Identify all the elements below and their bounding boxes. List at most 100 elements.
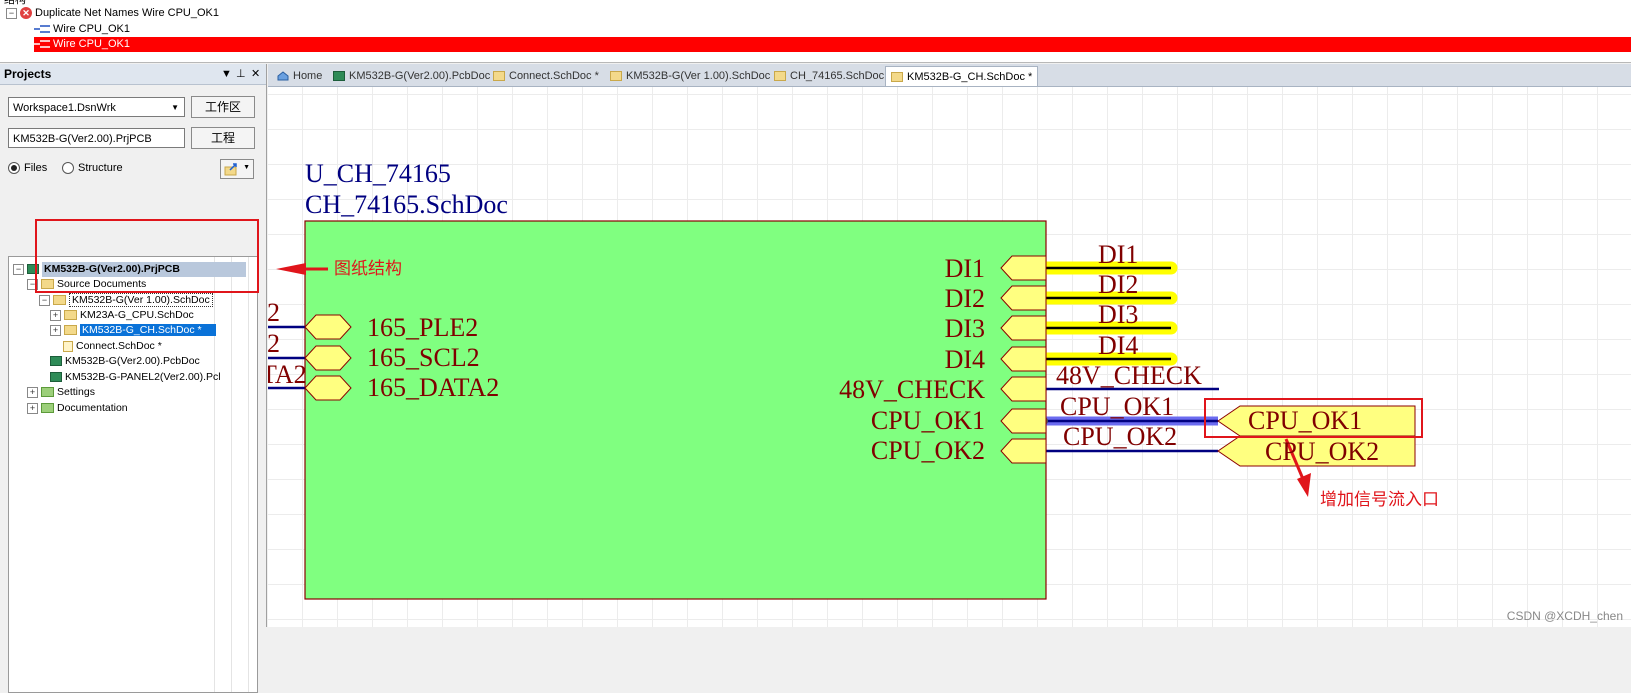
sheet-entry-label[interactable]: 48V_CHECK — [839, 377, 985, 403]
message-wire-row[interactable]: Wire CPU_OK1 — [34, 22, 130, 37]
sheet-entry-label[interactable]: 165_PLE2 — [367, 315, 478, 341]
document-icon — [63, 340, 73, 352]
tree-item-label: KM532B-G_CH.SchDoc * — [80, 324, 216, 336]
project-options-icon — [224, 163, 237, 176]
project-options-button[interactable]: ▼ — [220, 159, 254, 179]
net-label[interactable]: CPU_OK1 — [1060, 394, 1174, 420]
folder-icon — [41, 387, 54, 398]
annotation-arrow-icon — [1297, 473, 1311, 497]
files-label: Files — [24, 162, 48, 174]
project-tree: − KM532B-G(Ver2.00).PrjPCB − Source Docume… — [8, 256, 258, 693]
chevron-down-icon: ▼ — [171, 103, 179, 112]
sch-icon — [891, 72, 903, 83]
message-text: Duplicate Net Names Wire CPU_OK1 — [35, 7, 220, 19]
tree-item-label: KM532B-G-PANEL2(Ver2.00).Pcl — [65, 371, 221, 383]
sheet-entry-label[interactable]: DI1 — [945, 256, 985, 282]
pcb-icon — [333, 71, 345, 82]
tree-item-label: Documentation — [57, 402, 128, 414]
sheet-entry-label[interactable]: 165_SCL2 — [367, 345, 480, 371]
structure-label: Structure — [78, 162, 123, 174]
tree-item-pcbdoc[interactable]: KM532B-G(Ver2.00).PcbDoc — [50, 354, 200, 369]
port-label[interactable]: CPU_OK2 — [1265, 439, 1379, 465]
net-label[interactable]: DI4 — [1098, 333, 1138, 359]
tab-pcbdoc[interactable]: KM532B-G(Ver2.00).PcbDoc — [328, 66, 495, 86]
sheet-entry-label[interactable]: DI3 — [945, 316, 985, 342]
panel-menu-icon[interactable]: ▼ — [221, 64, 232, 84]
sch-icon — [774, 71, 786, 82]
collapse-icon[interactable]: − — [39, 294, 50, 306]
tab-home[interactable]: Home — [272, 66, 327, 86]
sch-icon — [493, 71, 505, 82]
workspace-button[interactable]: 工作区 — [191, 96, 255, 118]
message-text: Wire CPU_OK1 — [53, 38, 131, 50]
net-label[interactable]: DI3 — [1098, 302, 1138, 328]
net-label[interactable]: DI1 — [1098, 242, 1138, 268]
pin-icon[interactable]: ⊥ — [236, 64, 246, 84]
chevron-down-icon: ▼ — [243, 164, 250, 171]
tab-connect[interactable]: Connect.SchDoc * — [488, 66, 604, 86]
annotation-entry: 增加信号流入口 — [1320, 490, 1439, 509]
tree-item-label: Connect.SchDoc * — [76, 340, 162, 352]
folder-icon — [41, 403, 54, 414]
schematic-canvas[interactable]: U_CH_74165 CH_74165.SchDoc 2 2 A2 165_PL… — [268, 87, 1631, 627]
tab-ch74165[interactable]: CH_74165.SchDoc — [769, 66, 889, 86]
workspace-value: Workspace1.DsnWrk — [13, 102, 116, 114]
message-error-row[interactable]: − ✕ Duplicate Net Names Wire CPU_OK1 — [6, 6, 219, 21]
sheet-entry-label[interactable]: DI2 — [945, 286, 985, 312]
tree-item-ch-schdoc[interactable]: + KM532B-G_CH.SchDoc * — [50, 323, 216, 338]
files-radio[interactable]: Files — [8, 162, 48, 175]
net-label[interactable]: CPU_OK2 — [1063, 424, 1177, 450]
expand-icon[interactable]: + — [50, 309, 61, 321]
tree-item-panel-pcb[interactable]: KM532B-G-PANEL2(Ver2.00).Pcl — [50, 370, 221, 385]
sheet-entry-label[interactable]: 165_DATA2 — [367, 375, 499, 401]
sch-icon — [610, 71, 622, 82]
close-icon[interactable]: ✕ — [251, 64, 260, 84]
sheet-entry-label[interactable]: CPU_OK2 — [871, 438, 985, 464]
expand-icon[interactable]: + — [27, 402, 38, 414]
wire-icon — [34, 25, 50, 33]
tree-item-documentation[interactable]: + Documentation — [27, 401, 128, 416]
projects-panel: Projects ▼ ⊥ ✕ Workspace1.DsnWrk ▼ 工作区 K… — [0, 64, 267, 693]
folder-icon — [64, 325, 77, 336]
annotation-box-structure — [35, 219, 259, 293]
pcb-icon — [50, 356, 62, 367]
workspace-select[interactable]: Workspace1.DsnWrk ▼ — [8, 97, 185, 117]
folder-icon — [53, 295, 66, 306]
radio-unchecked-icon — [62, 162, 74, 175]
error-icon: ✕ — [20, 7, 32, 20]
annotation-structure: 图纸结构 — [334, 259, 402, 278]
radio-checked-icon — [8, 162, 20, 175]
collapse-icon[interactable]: − — [6, 7, 17, 19]
home-icon — [277, 71, 289, 81]
document-tab-bar: Home KM532B-G(Ver2.00).PcbDoc Connect.Sc… — [268, 64, 1631, 87]
sheet-entry-label[interactable]: DI4 — [945, 347, 985, 373]
net-label[interactable]: 48V_CHECK — [1056, 363, 1202, 389]
tree-item-connect-schdoc[interactable]: Connect.SchDoc * — [63, 339, 162, 354]
net-label[interactable]: DI2 — [1098, 272, 1138, 298]
tree-item-label: KM532B-G(Ver 1.00).SchDoc — [69, 293, 213, 307]
tree-item-label: KM23A-G_CPU.SchDoc — [80, 309, 194, 321]
tree-item-cpu-schdoc[interactable]: + KM23A-G_CPU.SchDoc — [50, 308, 194, 323]
tree-item-main-schdoc[interactable]: − KM532B-G(Ver 1.00).SchDoc — [39, 293, 213, 308]
net-label-partial[interactable]: 2 — [268, 300, 280, 326]
expand-icon[interactable]: + — [50, 324, 61, 336]
collapse-icon[interactable]: − — [13, 263, 24, 275]
tab-main-schdoc[interactable]: KM532B-G(Ver 1.00).SchDoc — [605, 66, 775, 86]
message-wire-row-selected[interactable]: Wire CPU_OK1 — [34, 37, 1631, 52]
message-text: Wire CPU_OK1 — [53, 23, 131, 35]
project-field[interactable]: KM532B-G(Ver2.00).PrjPCB — [8, 128, 185, 148]
panel-title: Projects — [4, 67, 52, 81]
expand-icon[interactable]: + — [27, 386, 38, 398]
pcb-icon — [50, 372, 62, 383]
net-label-partial[interactable]: 2 — [268, 331, 280, 357]
annotation-box-port — [1204, 398, 1423, 438]
tab-ch-schdoc[interactable]: KM532B-G_CH.SchDoc * — [885, 66, 1039, 86]
tab-label: CH_74165.SchDoc — [790, 70, 885, 82]
net-label-partial[interactable]: TA2 — [268, 362, 307, 388]
structure-radio[interactable]: Structure — [62, 162, 123, 175]
tree-item-settings[interactable]: + Settings — [27, 385, 95, 400]
project-button[interactable]: 工程 — [191, 127, 255, 149]
tab-label: Home — [293, 70, 323, 82]
sheet-entry-label[interactable]: CPU_OK1 — [871, 408, 985, 434]
tree-item-label: KM532B-G(Ver2.00).PcbDoc — [65, 355, 200, 367]
